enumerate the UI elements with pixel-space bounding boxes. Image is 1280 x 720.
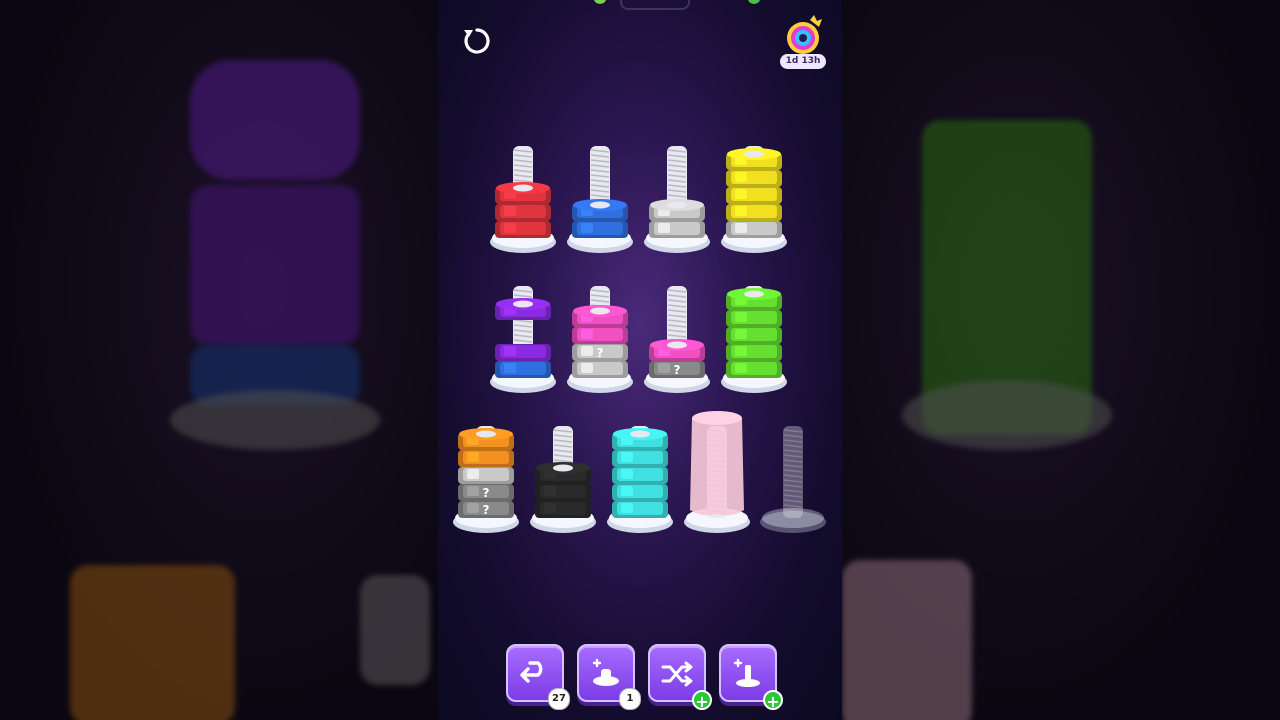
post-13[interactable] <box>758 390 828 533</box>
post-9[interactable]: ?? <box>451 390 521 533</box>
purple-nut <box>495 298 551 320</box>
post-1[interactable] <box>488 110 558 253</box>
game-screen: 1d 13h ???? 27 1 + + <box>438 0 842 720</box>
green-nut <box>726 310 782 327</box>
post-graphic <box>644 146 710 253</box>
green-nut <box>726 288 782 310</box>
undo-count-badge: 27 <box>548 688 570 710</box>
blue-nut <box>572 199 628 221</box>
gray-nut: ? <box>572 344 628 361</box>
post-graphic <box>607 426 673 533</box>
post-graphic <box>490 146 556 253</box>
post-8[interactable] <box>719 250 789 393</box>
purple-nut <box>495 344 551 361</box>
post-3[interactable] <box>642 110 712 253</box>
green-nut <box>726 361 782 378</box>
add-screw-icon <box>733 658 760 687</box>
cyan-nut <box>612 501 668 518</box>
post-10[interactable] <box>528 390 598 533</box>
plus-icon: + <box>692 690 712 711</box>
undo-button[interactable]: 27 <box>506 644 570 710</box>
blue-nut <box>495 361 551 378</box>
post-graphic <box>760 426 826 533</box>
dark-gray-nut: ? <box>458 484 514 501</box>
post-2[interactable] <box>565 110 635 253</box>
cyan-nut <box>612 484 668 501</box>
shuffle-button[interactable]: + <box>648 644 712 711</box>
dark-gray-nut: ? <box>649 361 705 378</box>
post-6[interactable]: ? <box>565 250 635 393</box>
cyan-nut <box>612 467 668 484</box>
yellow-nut <box>726 170 782 187</box>
pink-nut <box>649 339 705 361</box>
post-graphic: ? <box>567 286 633 393</box>
add-post-count-badge: 1 <box>619 688 641 710</box>
red-nut <box>495 221 551 238</box>
post-graphic: ?? <box>453 426 519 533</box>
left-blurred-backdrop <box>0 0 438 720</box>
post-11[interactable] <box>605 390 675 533</box>
post-cover <box>690 411 744 516</box>
add-post-button[interactable]: 1 <box>577 644 641 710</box>
hidden-nut-mark: ? <box>483 503 490 517</box>
post-5[interactable] <box>488 250 558 393</box>
post-graphic <box>684 411 750 533</box>
game-board: ???? <box>438 0 842 720</box>
add-screw-button[interactable]: + <box>719 644 783 711</box>
gray-nut <box>572 361 628 378</box>
black-nut <box>535 501 591 518</box>
yellow-nut <box>726 187 782 204</box>
yellow-nut <box>726 204 782 221</box>
green-nut <box>726 344 782 361</box>
post-graphic <box>567 146 633 253</box>
gray-nut <box>458 467 514 484</box>
blue-nut <box>572 221 628 238</box>
cyan-nut <box>612 428 668 450</box>
hidden-nut-mark: ? <box>483 486 490 500</box>
right-blurred-backdrop <box>842 0 1280 720</box>
green-nut <box>726 327 782 344</box>
post-graphic <box>721 286 787 393</box>
pink-nut <box>572 327 628 344</box>
hidden-nut-mark: ? <box>597 346 604 360</box>
plus-icon: + <box>763 690 783 711</box>
gray-nut <box>649 221 705 238</box>
post-12[interactable] <box>682 390 752 533</box>
shuffle-icon <box>661 661 693 687</box>
orange-nut <box>458 450 514 467</box>
cyan-nut <box>612 450 668 467</box>
add-post-icon <box>592 658 619 686</box>
hidden-nut-mark: ? <box>674 363 681 377</box>
undo-icon <box>520 661 543 683</box>
red-nut <box>495 182 551 204</box>
orange-nut <box>458 428 514 450</box>
gray-nut <box>726 221 782 238</box>
post-graphic <box>721 146 787 253</box>
black-nut <box>535 462 591 484</box>
red-nut <box>495 204 551 221</box>
post-4[interactable] <box>719 110 789 253</box>
pink-nut <box>572 305 628 327</box>
yellow-nut <box>726 148 782 170</box>
black-nut <box>535 484 591 501</box>
post-graphic <box>490 286 556 393</box>
post-graphic: ? <box>644 286 710 393</box>
post-graphic <box>530 426 596 533</box>
post-7[interactable]: ? <box>642 250 712 393</box>
dark-gray-nut: ? <box>458 501 514 518</box>
gray-nut <box>649 199 705 221</box>
